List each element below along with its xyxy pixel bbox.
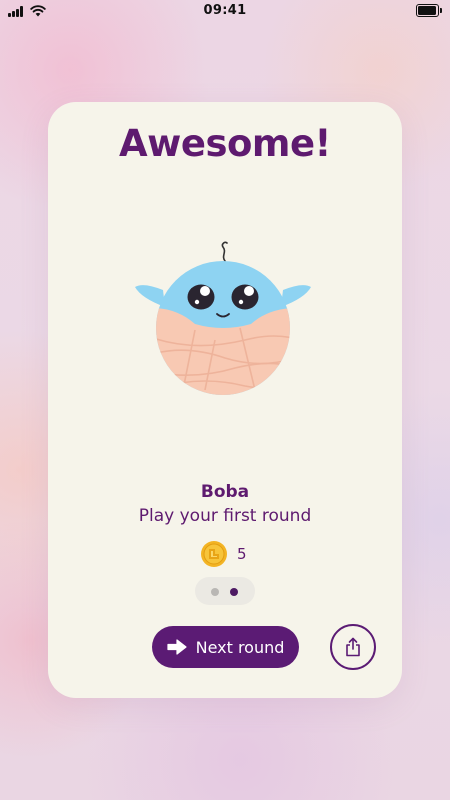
next-round-button[interactable]: Next round <box>152 626 299 668</box>
share-icon <box>346 637 360 657</box>
status-time: 09:41 <box>203 3 247 18</box>
achievement-description: Play your first round <box>138 506 312 526</box>
page-dot-1[interactable] <box>211 588 219 596</box>
coin-icon <box>201 541 227 567</box>
mascot-illustration <box>135 241 311 395</box>
pet-name: Boba <box>200 482 250 502</box>
share-button[interactable] <box>330 624 376 670</box>
status-bar: 09:41 <box>0 0 450 24</box>
reward-count: 5 <box>237 545 247 563</box>
battery-icon <box>416 4 442 17</box>
arrow-right-icon <box>166 639 187 655</box>
reward: 5 <box>200 540 247 568</box>
page-dot-2-active[interactable] <box>230 588 238 596</box>
next-round-label: Next round <box>195 637 285 657</box>
page-indicator <box>195 577 255 605</box>
achievement-card: Awesome! Boba Play your first round 5 Ne… <box>48 102 402 698</box>
card-title: Awesome! <box>119 122 331 165</box>
